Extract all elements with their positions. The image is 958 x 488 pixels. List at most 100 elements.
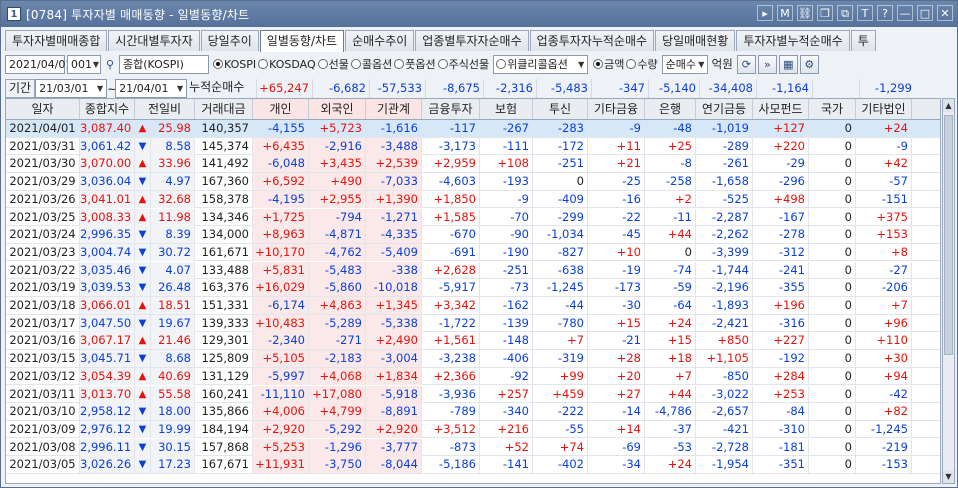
bank-cell: +2: [645, 190, 696, 208]
column-header[interactable]: 투신: [533, 99, 588, 119]
column-header[interactable]: 연기금등: [696, 99, 753, 119]
scroll-up-icon[interactable]: ▲: [943, 99, 954, 112]
unit-radio-1[interactable]: 금액: [593, 56, 624, 72]
table-row[interactable]: 2021/03/23 3,004.74 ▼ 30.72 161,671 +10,170 -4…: [6, 243, 940, 262]
gear-icon[interactable]: ⚙: [799, 54, 819, 74]
market-radio-2[interactable]: KOSDAQ: [258, 58, 316, 71]
chevron-down-icon[interactable]: ▼: [575, 56, 587, 73]
market-radio-4[interactable]: 콜옵션: [350, 56, 392, 72]
market-radio-dot[interactable]: [437, 59, 448, 69]
table-row[interactable]: 2021/03/29 3,036.04 ▼ 4.97 167,360 +6,592 +490…: [6, 173, 940, 191]
table-row[interactable]: 2021/04/01 3,087.40 ▲ 25.98 140,357 -4,155 +5,…: [6, 120, 940, 138]
table-row[interactable]: 2021/03/15 3,045.71 ▼ 8.68 125,809 +5,105 -2,1…: [6, 350, 940, 368]
code-field[interactable]: 001 ▼: [67, 54, 101, 74]
column-header[interactable]: 기관계: [366, 99, 422, 119]
table-row[interactable]: 2021/03/30 3,070.00 ▲ 33.96 141,492 -6,048 +3,…: [6, 155, 940, 173]
vertical-scrollbar[interactable]: ▲ ▼: [942, 98, 955, 484]
table-row[interactable]: 2021/03/10 2,958.12 ▼ 18.00 135,866 +4,006 +4,…: [6, 403, 940, 421]
tab-10[interactable]: 투: [850, 30, 876, 51]
market-radio-5[interactable]: 풋옵션: [394, 56, 436, 72]
tab-3[interactable]: 당일추이: [200, 30, 259, 51]
daily-trend-table[interactable]: 일자 종합지수 전일비 거래대금 개인 외국인 기관계 금융투자 보험 투신 기타금융 은행 연기금등 사…: [5, 98, 941, 484]
unit-radio-2[interactable]: 수량: [626, 56, 658, 72]
table-row[interactable]: 2021/03/05 3,026.26 ▼ 17.23 167,671 +11,931 -3…: [6, 456, 940, 474]
column-header[interactable]: 외국인: [309, 99, 366, 119]
table-row[interactable]: 2021/03/12 3,054.39 ▲ 40.69 131,129 -5,997 +4,…: [6, 367, 940, 386]
column-header[interactable]: 은행: [645, 99, 696, 119]
table-row[interactable]: 2021/03/18 3,066.01 ▲ 18.51 151,331 -6,174 +4,…: [6, 297, 940, 315]
tab-2[interactable]: 시간대별투자자: [108, 30, 200, 51]
table-row[interactable]: 2021/03/26 3,041.01 ▲ 32.68 158,378 -4,195 +2,…: [6, 190, 940, 209]
maximize-icon[interactable]: □: [917, 5, 933, 21]
table-row[interactable]: 2021/03/08 2,996.11 ▼ 30.15 157,868 +5,253 -1,…: [6, 438, 940, 457]
table-row[interactable]: 2021/03/24 2,996.35 ▼ 8.39 134,000 +8,963 -4,8…: [6, 226, 940, 244]
mode-select[interactable]: 순매수 ▼: [661, 54, 708, 74]
tab-6[interactable]: 업종별투자자순매수: [415, 30, 529, 51]
chevron-down-icon[interactable]: ▼: [696, 56, 707, 73]
link-icon[interactable]: ⛓: [797, 5, 813, 21]
table-row[interactable]: 2021/03/11 3,013.70 ▲ 55.58 160,241 -11,110 +1…: [6, 385, 940, 403]
market-radio-dot[interactable]: [394, 59, 405, 69]
window-number-icon[interactable]: 1: [7, 7, 21, 21]
tab-1[interactable]: 투자자별매매종합: [5, 30, 108, 51]
table-row[interactable]: 2021/03/25 3,008.33 ▲ 11.98 134,346 +1,725 -79…: [6, 208, 940, 226]
column-header[interactable]: 기타금융: [588, 99, 645, 119]
tab-9[interactable]: 투자자별누적순매수: [736, 30, 850, 51]
unit-radio-dot[interactable]: [626, 59, 637, 69]
period-from-field[interactable]: 21/03/01 ▼: [35, 79, 108, 98]
minimize-icon[interactable]: —: [897, 5, 913, 21]
chevron-down-icon[interactable]: ▼: [174, 80, 186, 97]
market-radio-dot[interactable]: [258, 59, 269, 69]
index-cell: 3,066.01: [80, 297, 135, 314]
chevron-down-icon[interactable]: ▼: [94, 80, 106, 97]
screen-icon[interactable]: ⧉: [837, 5, 853, 21]
tab-8[interactable]: 당일매매현황: [655, 30, 736, 51]
search-icon[interactable]: ⚲: [103, 56, 117, 73]
refresh-icon[interactable]: ⟳: [736, 54, 756, 74]
table-row[interactable]: 2021/03/17 3,047.50 ▼ 19.67 139,333 +10,483 -5…: [6, 314, 940, 333]
text-size-icon[interactable]: T: [857, 5, 873, 21]
table-row[interactable]: 2021/03/16 3,067.17 ▲ 21.46 129,301 -2,340 -27…: [6, 332, 940, 350]
date-field[interactable]: 2021/04/01: [5, 54, 72, 74]
column-header[interactable]: 기타법인: [856, 99, 912, 119]
column-header[interactable]: 개인: [253, 99, 309, 119]
column-header[interactable]: 사모펀드: [753, 99, 809, 119]
column-header[interactable]: 보험: [480, 99, 533, 119]
tab-4[interactable]: 일별동향/차트: [259, 30, 345, 52]
tab-5[interactable]: 순매수추이: [345, 30, 415, 51]
market-radio-3[interactable]: 선물: [317, 56, 349, 72]
scroll-thumb[interactable]: [944, 115, 953, 355]
tab-7[interactable]: 업종투자자누적순매수: [529, 30, 655, 51]
scroll-down-icon[interactable]: ▼: [943, 470, 954, 483]
table-row[interactable]: 2021/03/22 3,035.46 ▼ 4.07 133,488 +5,831 -5,4…: [6, 261, 940, 280]
market-radio-1[interactable]: KOSPI: [213, 58, 256, 71]
column-header[interactable]: 거래대금: [195, 99, 253, 119]
column-header[interactable]: 금융투자: [422, 99, 480, 119]
next-icon[interactable]: »: [757, 54, 777, 74]
chevron-down-icon[interactable]: ▼: [92, 56, 100, 73]
market-name-field[interactable]: 종합(KOSPI): [119, 54, 209, 74]
market-radio-dot[interactable]: [350, 59, 361, 69]
table-row[interactable]: 2021/03/19 3,039.53 ▼ 26.48 163,376 +16,029 -5…: [6, 279, 940, 297]
help-icon[interactable]: ?: [877, 5, 893, 21]
table-row[interactable]: 2021/03/09 2,976.12 ▼ 19.99 184,194 +2,920 -5,…: [6, 420, 940, 439]
period-to-field[interactable]: 21/04/01 ▼: [115, 79, 188, 98]
market-radio-dot[interactable]: [317, 59, 328, 69]
unit-radio-dot[interactable]: [593, 59, 604, 69]
weekly-option-radio[interactable]: [496, 59, 507, 69]
market-radio-dot[interactable]: [213, 59, 223, 69]
memo-icon[interactable]: M: [777, 5, 793, 21]
copy-icon[interactable]: ❐: [817, 5, 833, 21]
fin-invest-cell: -3,238: [422, 350, 480, 368]
chart-icon[interactable]: ▦: [778, 54, 798, 74]
column-header[interactable]: 종합지수: [80, 99, 135, 119]
weekly-option-select[interactable]: 위클리콜옵션 ▼: [493, 54, 589, 74]
menu-icon[interactable]: ▸: [757, 5, 773, 21]
search-toolbar: 2021/04/01 001 ▼ ⚲ 종합(KOSPI) KOSPI KOSDAQ 선…: [5, 53, 955, 75]
close-icon[interactable]: ✕: [937, 5, 953, 21]
table-row[interactable]: 2021/03/31 3,061.42 ▼ 8.58 145,374 +6,435 -2,9…: [6, 137, 940, 156]
column-header[interactable]: 국가: [809, 99, 856, 119]
column-header[interactable]: 일자: [6, 99, 80, 119]
column-header[interactable]: 전일비: [135, 99, 195, 119]
market-radio-6[interactable]: 주식선물: [437, 56, 489, 72]
